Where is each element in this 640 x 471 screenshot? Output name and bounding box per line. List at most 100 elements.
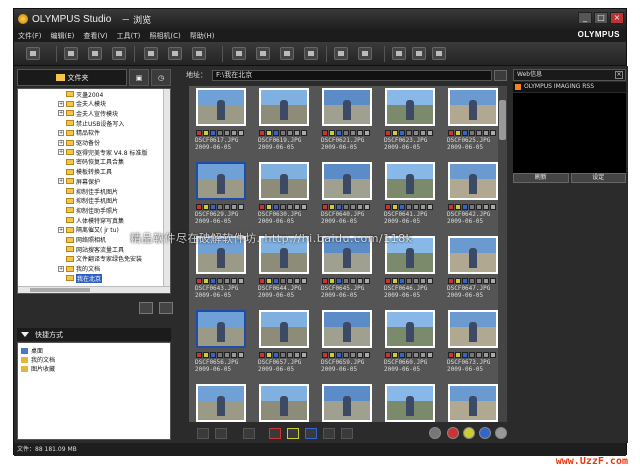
thumbnail-mark-icons[interactable]	[196, 352, 244, 358]
thumbnail-mark-icons[interactable]	[322, 204, 370, 210]
tree-item[interactable]: 抑制佳助手照片	[66, 206, 118, 215]
filter-blue-icon[interactable]	[479, 427, 491, 439]
grid-vertical-scrollbar[interactable]	[498, 86, 507, 422]
thumbnail-image[interactable]	[448, 310, 498, 348]
tree-item[interactable]: 禁止USB设备写入	[66, 119, 124, 128]
thumbnail-image[interactable]	[385, 384, 435, 422]
thumbnail-cell[interactable]: DSCF0629.JPG 2009-06-05	[191, 160, 251, 233]
thumbnail-mark-icons[interactable]	[259, 130, 307, 136]
address-input[interactable]: F:\我在北京	[212, 69, 492, 81]
yellow-mark-icon[interactable]	[287, 428, 299, 439]
thumbnail-image[interactable]	[385, 88, 435, 126]
thumbnail-cell[interactable]: DSCF0623.JPG 2009-06-05	[380, 86, 440, 159]
filter-yellow-icon[interactable]	[463, 427, 475, 439]
thumbnail-image[interactable]	[448, 162, 498, 200]
thumbnail-cell[interactable]: DSCF0630.JPG 2009-06-05	[254, 160, 314, 233]
expand-icon[interactable]: +	[58, 226, 64, 233]
folder-tree[interactable]: 灭蛊2004 + 金夫人模块 + 金夫人宣传模块 禁止USB设备写入 + 精品软件 + 驱动备份 +…	[17, 88, 171, 294]
thumbnail-mark-icons[interactable]	[448, 130, 496, 136]
shortcut-desktop[interactable]: 桌面	[21, 346, 43, 355]
thumbnail-cell[interactable]: DSCF0657.JPG 2009-06-05	[254, 308, 314, 381]
refresh-icon[interactable]	[494, 69, 507, 81]
tree-item[interactable]: 我在北京	[66, 273, 103, 283]
tree-item[interactable]: 文件翻译专家绿色免安装	[66, 255, 142, 263]
tree-item[interactable]: 人体模特穿写真集	[66, 216, 124, 225]
thumbnail-mark-icons[interactable]	[259, 278, 307, 284]
thumbnail-cell[interactable]: DSCF0619.JPG 2009-06-05	[254, 86, 314, 159]
thumbnail-image[interactable]	[259, 310, 309, 348]
tree-item[interactable]: + 精品软件	[58, 129, 100, 137]
folder-options-button[interactable]	[159, 302, 173, 314]
close-button[interactable]: ×	[610, 12, 624, 24]
minimize-button[interactable]: _	[578, 12, 592, 24]
menu-edit[interactable]: 编辑(E)	[51, 31, 75, 41]
thumbnail-mark-icons[interactable]	[448, 204, 496, 210]
tree-item[interactable]: 网站搜客流量工具	[66, 245, 124, 254]
export-icon[interactable]	[192, 47, 206, 60]
thumbnail-image[interactable]	[385, 162, 435, 200]
thumbnail-cell[interactable]: DSCF0673.JPG 2009-06-05	[443, 308, 498, 381]
thumbnail-image[interactable]	[385, 310, 435, 348]
thumbnail-cell[interactable]: DSCF0660.JPG 2009-06-05	[380, 308, 440, 381]
tab-folders[interactable]: 文件夹	[17, 69, 127, 86]
new-folder-button[interactable]	[139, 302, 153, 314]
expand-icon[interactable]: +	[58, 178, 64, 185]
tree-item[interactable]: 抑制佳手机图片	[66, 187, 118, 196]
tab-album[interactable]: ▣	[129, 69, 149, 86]
mark-5-icon[interactable]	[341, 428, 353, 439]
thumbnail-cell[interactable]: DSCF0641.JPG 2009-06-05	[380, 160, 440, 233]
thumbnail-image[interactable]	[196, 162, 246, 200]
thumbnail-image[interactable]	[448, 236, 498, 274]
tree-item[interactable]: 抑制佳手机图片	[66, 197, 118, 205]
import-icon[interactable]	[26, 47, 40, 60]
shortcuts-header[interactable]: 快捷方式	[17, 328, 171, 341]
thumbnail-cell[interactable]: DSCF0640.JPG 2009-06-05	[317, 160, 377, 233]
filter-red-icon[interactable]	[447, 427, 459, 439]
help-icon[interactable]	[432, 47, 446, 60]
thumbnail-mark-icons[interactable]	[385, 278, 433, 284]
expand-icon[interactable]: +	[58, 129, 64, 136]
slideshow-icon[interactable]	[334, 47, 348, 60]
tree-item[interactable]: + 驱动备份	[58, 139, 100, 147]
thumbnail-cell[interactable]: DSCF0647.JPG 2009-06-05	[443, 234, 498, 307]
shortcut-documents[interactable]: 我的文档	[21, 355, 55, 364]
rotate-right-icon[interactable]	[215, 428, 227, 439]
rss-feed-item[interactable]: OLYMPUS IMAGING RSS	[513, 82, 626, 92]
thumbnail-cell[interactable]: DSCF0625.JPG 2009-06-05	[443, 86, 498, 159]
info-icon[interactable]	[112, 47, 126, 60]
shortcut-pictures[interactable]: 图片收藏	[21, 364, 55, 373]
thumbnail-mark-icons[interactable]	[448, 352, 496, 358]
zoom-icon[interactable]	[429, 427, 441, 439]
color-icon[interactable]	[232, 47, 246, 60]
thumbnail-mark-icons[interactable]	[385, 352, 433, 358]
expand-icon[interactable]: +	[58, 100, 64, 107]
thumbnail-image[interactable]	[322, 162, 372, 200]
thumbnail-cell[interactable]	[317, 382, 377, 422]
thumbnail-cell[interactable]	[380, 382, 440, 422]
tree-item[interactable]: 网络照相机	[66, 236, 106, 244]
thumbnail-cell[interactable]	[254, 382, 314, 422]
tree-item[interactable]: + 金夫人模块	[58, 100, 106, 108]
refresh-button[interactable]: 刷新	[513, 173, 569, 183]
maximize-button[interactable]: □	[594, 12, 608, 24]
menu-help[interactable]: 帮助(H)	[190, 31, 215, 41]
view-detail-icon[interactable]	[88, 47, 102, 60]
thumbnail-mark-icons[interactable]	[448, 278, 496, 284]
expand-icon[interactable]: +	[58, 139, 64, 146]
thumbnail-mark-icons[interactable]	[385, 204, 433, 210]
expand-icon[interactable]: +	[58, 149, 64, 156]
thumbnail-mark-icons[interactable]	[259, 204, 307, 210]
edit-icon[interactable]	[256, 47, 270, 60]
close-panel-icon[interactable]: ×	[615, 71, 623, 79]
thumbnail-image[interactable]	[196, 310, 246, 348]
thumbnail-mark-icons[interactable]	[196, 204, 244, 210]
blue-mark-icon[interactable]	[305, 428, 317, 439]
rotate-icon[interactable]	[304, 47, 318, 60]
mark-4-icon[interactable]	[323, 428, 335, 439]
thumbnail-image[interactable]	[322, 384, 372, 422]
thumbnail-mark-icons[interactable]	[322, 130, 370, 136]
menu-file[interactable]: 文件(F)	[18, 31, 42, 41]
thumbnail-mark-icons[interactable]	[322, 352, 370, 358]
thumbnail-mark-icons[interactable]	[259, 352, 307, 358]
crop-icon[interactable]	[280, 47, 294, 60]
